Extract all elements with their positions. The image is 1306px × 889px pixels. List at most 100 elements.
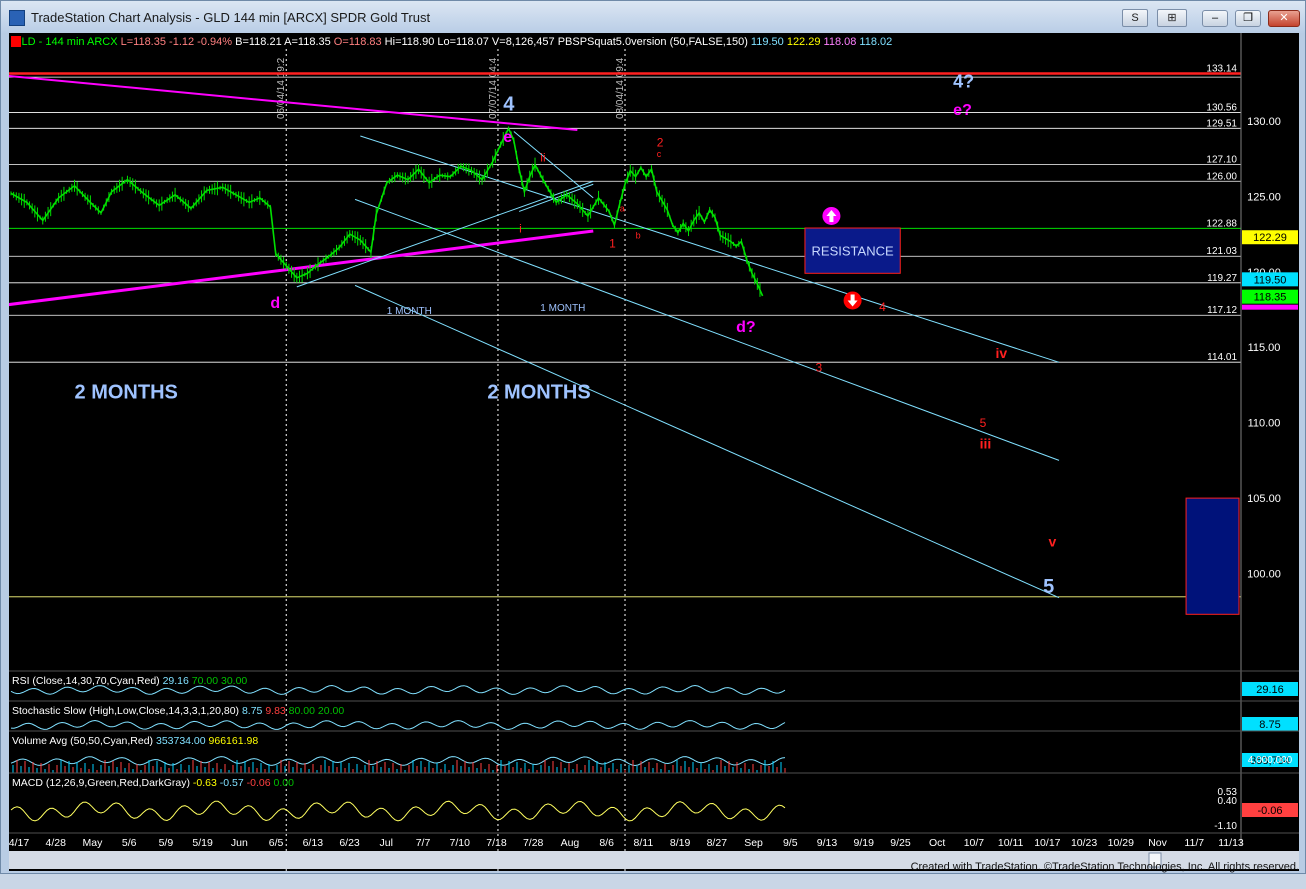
indicator-tag-label: -0.06 <box>1257 805 1282 817</box>
date-marker-label: 07/07/14 04:4 <box>488 57 499 119</box>
level-label: 129.51 <box>1206 118 1237 129</box>
wave-label: d? <box>736 319 756 336</box>
wave-label: 1 MONTH <box>540 303 585 314</box>
level-label: 119.27 <box>1207 273 1237 284</box>
tools-button[interactable]: ⊞ <box>1157 9 1187 27</box>
level-label: 133.14 <box>1206 64 1237 75</box>
indicator-tag-label: 29.16 <box>1256 684 1284 696</box>
wave-label: v <box>1048 533 1056 549</box>
indicator-tag-label: 8.75 <box>1259 719 1280 731</box>
price-chart[interactable]: 06/04/14 19:2 07/07/14 04:4 08/04/14 09:4 … <box>9 33 1299 871</box>
indicator-title: Volume Avg (50,50,Cyan,Red) 353734.00 96… <box>12 735 258 747</box>
styles-button[interactable]: S <box>1122 9 1148 27</box>
indicator-axis-label: 0.40 <box>1218 796 1238 807</box>
indicator-value: -0.63 <box>190 777 217 789</box>
title-bar: TradeStation Chart Analysis - GLD 144 mi… <box>1 1 1305 33</box>
x-tick-label: 8/6 <box>599 837 614 849</box>
header-value: 118.08 <box>820 36 856 48</box>
header-value: 119.50 <box>748 36 784 48</box>
indicator-value: 8.75 <box>239 705 263 717</box>
x-tick-label: 7/28 <box>523 837 544 849</box>
wave-label: 2 MONTHS <box>75 382 178 404</box>
indicator-value: 80.00 <box>286 705 315 717</box>
x-tick-label: Oct <box>929 837 945 849</box>
indicator-title: RSI (Close,14,30,70,Cyan,Red) 29.16 70.0… <box>12 675 247 687</box>
level-label: 127.10 <box>1206 155 1237 166</box>
x-tick-label: 8/11 <box>634 837 654 849</box>
indicator-value: -0.06 <box>244 777 271 789</box>
x-tick-label: Jun <box>231 837 248 849</box>
resistance-label: RESISTANCE <box>812 244 894 259</box>
header-value: GLD - 144 min ARCX <box>13 36 118 48</box>
indicator-value: 70.00 <box>189 675 218 687</box>
x-tick-label: Jul <box>380 837 393 849</box>
x-tick-label: 4/17 <box>9 837 29 849</box>
wave-label: 3 <box>816 360 823 374</box>
header-value: Lo=118.07 <box>434 36 489 48</box>
price-tag-label: 119.50 <box>1254 274 1287 286</box>
level-label: 121.03 <box>1206 246 1237 257</box>
indicator-value: 353734.00 <box>153 735 206 747</box>
x-tick-label: 9/13 <box>817 837 838 849</box>
wave-label: 1 MONTH <box>387 306 432 317</box>
indicator-name: Volume Avg (50,50,Cyan,Red) <box>12 735 153 747</box>
wave-label: d <box>270 295 280 312</box>
date-marker-label: 08/04/14 09:4 <box>615 57 626 119</box>
header-value: Hi=118.90 <box>382 36 435 48</box>
wave-label: iv <box>996 345 1008 361</box>
x-tick-label: 8/27 <box>707 837 728 849</box>
indicator-name: RSI (Close,14,30,70,Cyan,Red) <box>12 675 160 687</box>
x-tick-label: 4/28 <box>46 837 67 849</box>
wave-label: 5 <box>1043 576 1054 598</box>
y-tick-label: 115.00 <box>1248 342 1281 354</box>
wave-label: b <box>636 231 641 241</box>
x-tick-label: 6/23 <box>339 837 360 849</box>
price-tag-label: 122.29 <box>1253 232 1287 244</box>
indicator-axis-label: 4,000,000 <box>1248 755 1293 766</box>
x-tick-label: 5/19 <box>192 837 213 849</box>
header-value: -0.94% <box>194 36 232 48</box>
indicator-value: 966161.98 <box>206 735 259 747</box>
header-value: -1.12 <box>166 36 194 48</box>
level-label: 126.00 <box>1206 171 1237 182</box>
indicator-value: 0.00 <box>271 777 295 789</box>
indicator-value: -0.57 <box>217 777 244 789</box>
level-label: 130.56 <box>1206 102 1237 113</box>
header-value: PBSPSquat5.0version (50,FALSE,150) <box>555 36 748 48</box>
x-tick-label: 7/7 <box>416 837 431 849</box>
y-tick-label: 105.00 <box>1247 493 1281 505</box>
x-tick-label: 10/7 <box>964 837 985 849</box>
indicator-title: MACD (12,26,9,Green,Red,DarkGray) -0.63 … <box>12 777 294 789</box>
x-tick-label: 9/19 <box>854 837 875 849</box>
price-tag-label: 118.35 <box>1254 292 1287 304</box>
header-value: 122.29 <box>784 36 821 48</box>
x-tick-label: Sep <box>744 837 763 849</box>
wave-label: c <box>657 149 662 159</box>
symbol-header: GLD - 144 min ARCX L=118.35 -1.12 -0.94%… <box>13 36 892 48</box>
level-label: 114.01 <box>1207 352 1237 363</box>
level-label: 122.88 <box>1206 218 1237 229</box>
y-tick-label: 130.00 <box>1247 116 1281 128</box>
close-icon[interactable]: ✕ <box>1268 10 1300 27</box>
window-title: TradeStation Chart Analysis - GLD 144 mi… <box>31 10 431 25</box>
y-tick-label: 100.00 <box>1247 569 1281 581</box>
x-tick-label: May <box>83 837 104 849</box>
wave-label: 5 <box>980 416 987 430</box>
x-tick-label: 5/6 <box>122 837 137 849</box>
restore-icon[interactable]: ❐ <box>1235 10 1261 27</box>
wave-label: 2 MONTHS <box>487 382 590 404</box>
wave-label: 4 <box>879 300 886 314</box>
x-tick-label: 6/13 <box>303 837 324 849</box>
x-tick-label: 10/29 <box>1108 837 1134 849</box>
minimize-icon[interactable]: – <box>1202 10 1228 27</box>
x-tick-label: 9/25 <box>890 837 911 849</box>
symbol-color-swatch <box>11 36 21 47</box>
x-tick-label: 7/18 <box>486 837 507 849</box>
header-value: V=8,126,457 <box>489 36 555 48</box>
date-marker-label: 06/04/14 19:2 <box>276 57 287 119</box>
wave-label: 4 <box>503 93 515 115</box>
indicator-name: Stochastic Slow (High,Low,Close,14,3,3,1… <box>12 705 239 717</box>
y-tick-label: 110.00 <box>1248 418 1281 430</box>
header-value: A=118.35 <box>282 36 331 48</box>
header-value: B=118.21 <box>232 36 282 48</box>
